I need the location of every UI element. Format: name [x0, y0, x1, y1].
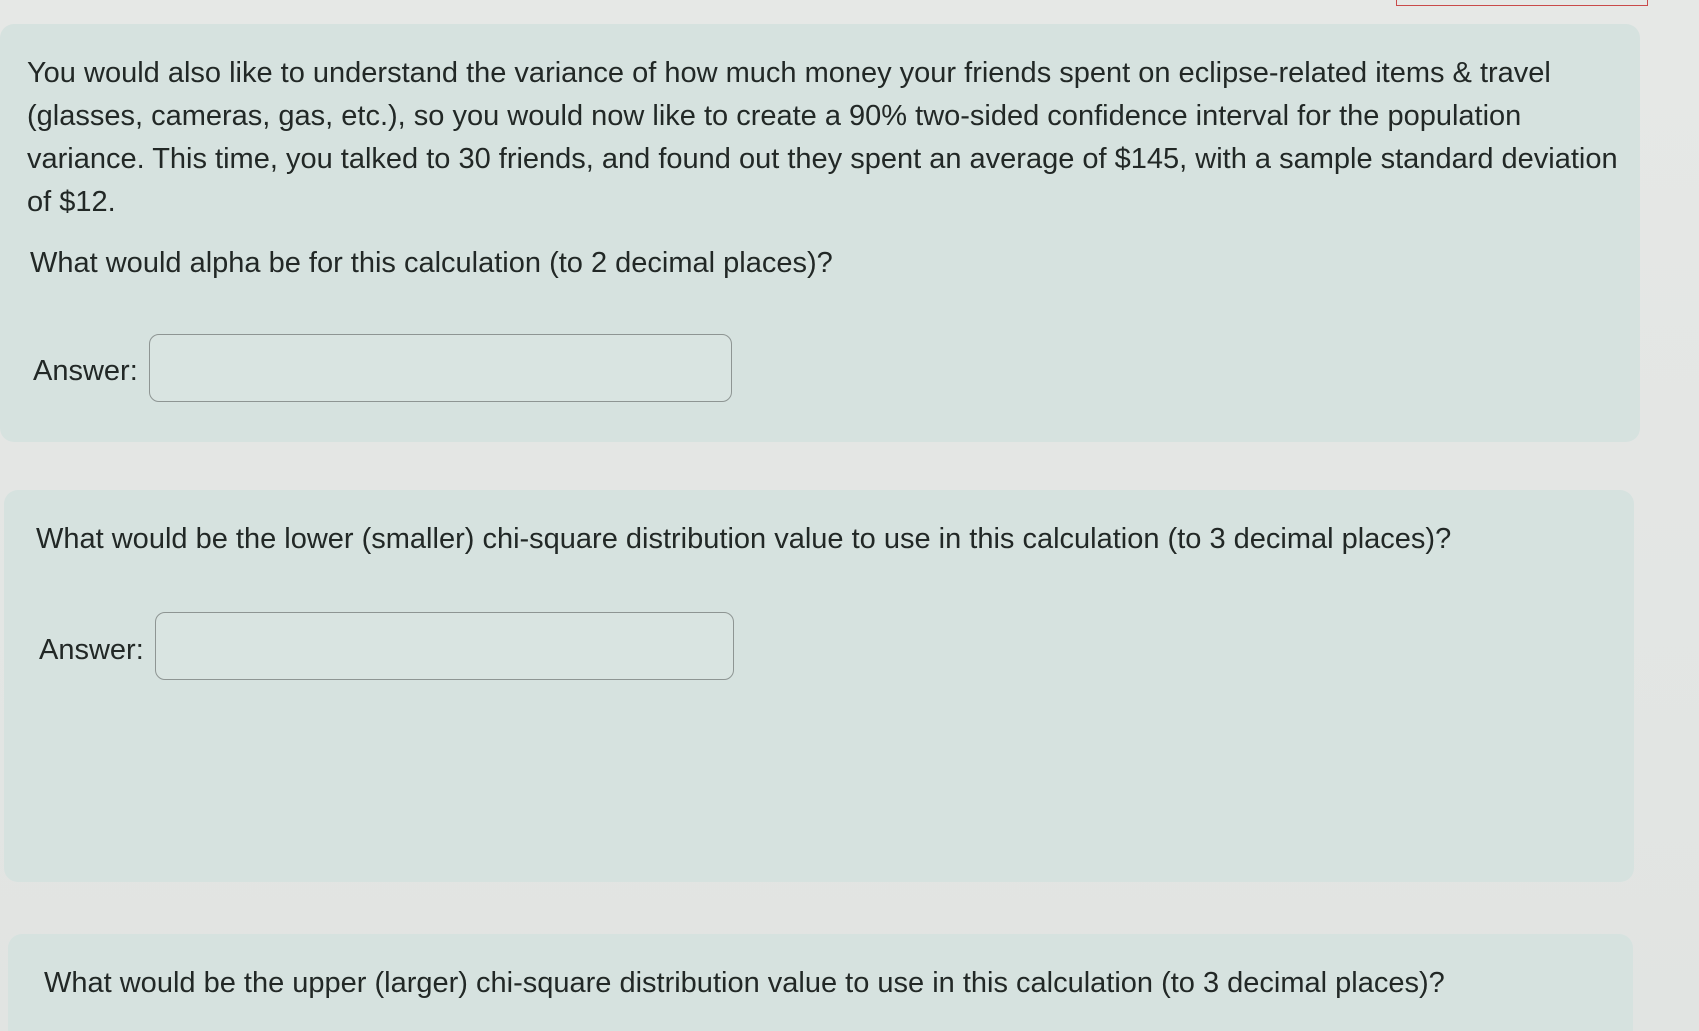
alpha-question-text: What would alpha be for this calculation…	[30, 247, 833, 279]
upper-chi-square-question-text: What would be the upper (larger) chi-squ…	[44, 967, 1445, 999]
lower-chi-square-question-text: What would be the lower (smaller) chi-sq…	[36, 523, 1452, 555]
alpha-answer-input[interactable]	[149, 334, 732, 402]
question-intro-text: You would also like to understand the va…	[27, 57, 1618, 218]
lower-chi-square-answer-label: Answer:	[39, 634, 144, 666]
alpha-answer-label: Answer:	[33, 355, 138, 387]
quiz-page: You would also like to understand the va…	[0, 0, 1699, 1031]
lower-chi-square-answer-input[interactable]	[155, 612, 734, 680]
top-accent-border	[1396, 0, 1648, 6]
